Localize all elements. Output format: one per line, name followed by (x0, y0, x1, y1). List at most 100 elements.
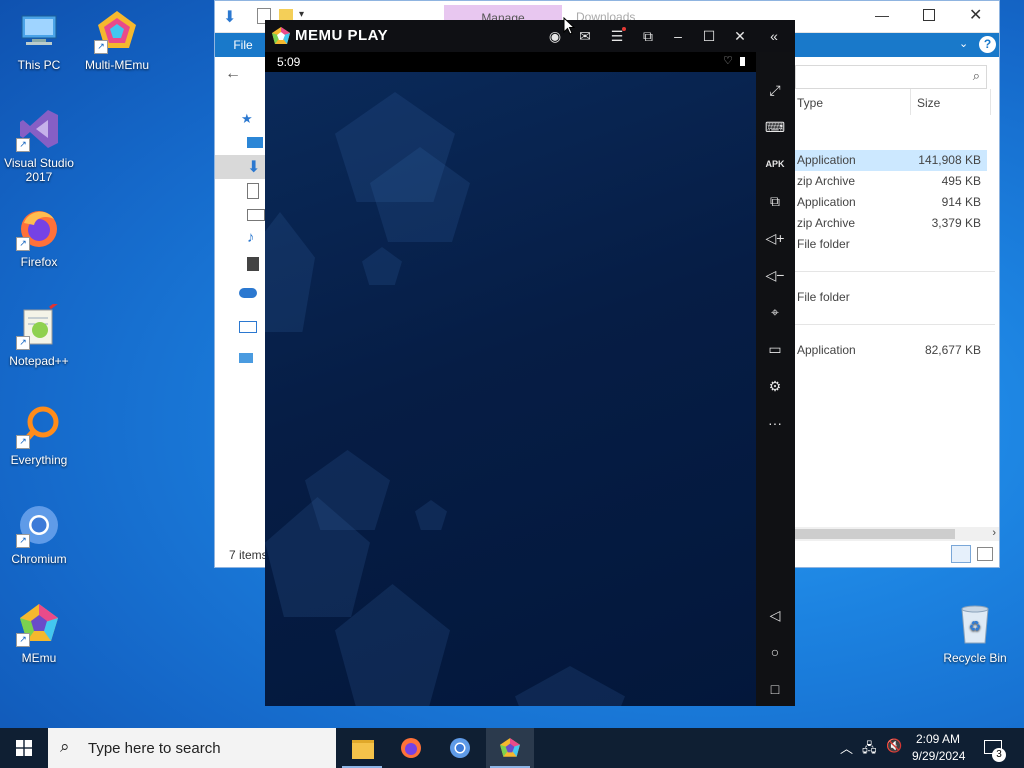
multi-memu-icon: ↗ (94, 8, 140, 54)
memu-logo-icon (272, 27, 290, 44)
taskbar-memu[interactable] (486, 728, 534, 768)
file-row[interactable]: Application 141,908 KB (795, 150, 987, 171)
apk-install-icon[interactable]: APK (764, 153, 786, 175)
maximize-icon[interactable]: ☐ (698, 26, 720, 46)
shortcut-arrow-icon: ↗ (16, 138, 30, 152)
more-options-icon[interactable]: ··· (764, 412, 786, 434)
multi-instance-icon[interactable]: ⧉ (764, 190, 786, 212)
file-explorer-icon (352, 740, 374, 759)
desktop-icon-label: MEmu (21, 651, 57, 665)
this-pc-icon[interactable] (239, 321, 257, 333)
videos-icon[interactable] (247, 257, 259, 271)
desktop-icon-chromium[interactable]: ↗ Chromium (0, 502, 78, 566)
firefox-icon (401, 738, 421, 758)
volume-up-icon[interactable]: ◁+ (764, 227, 786, 249)
help-icon[interactable]: ? (979, 36, 996, 53)
memu-titlebar: MEMU PLAY ◉ ✉ ☰ ⧉ – ☐ ✕ « (265, 20, 795, 52)
wallpaper-shape (415, 500, 447, 530)
system-tray: ︿ 🖧 🔇 2:09 AM 9/29/2024 3 (836, 728, 1024, 768)
keyboard-icon[interactable]: ⌨ (764, 116, 786, 138)
file-size: 3,379 KB (931, 216, 981, 230)
location-icon[interactable]: ⌖ (764, 301, 786, 323)
desktop-icon-notepad-plus[interactable]: ↗ Notepad++ (0, 300, 78, 368)
music-icon[interactable]: ♪ (247, 229, 263, 246)
desktop-icon-label: Firefox (20, 255, 58, 269)
file-type: zip Archive (797, 174, 856, 188)
file-row[interactable]: File folder (795, 234, 987, 255)
signal-icon: ♡ (723, 55, 733, 67)
settings-gear-icon[interactable]: ⚙ (764, 375, 786, 397)
horizontal-scrollbar[interactable]: › (795, 527, 999, 541)
folder-icon[interactable] (279, 9, 293, 20)
search-icon: ⌕ (60, 737, 70, 756)
memu-brand: MEMU PLAY (295, 27, 389, 44)
desktop-icon-firefox[interactable]: ↗ Firefox (0, 205, 78, 269)
file-row[interactable]: Application 82,677 KB (795, 340, 987, 361)
column-header-size[interactable]: Size (917, 96, 940, 110)
desktop-icon-multi-memu[interactable]: ↗ Multi-MEmu (78, 8, 156, 72)
close-button[interactable]: ✕ (969, 5, 982, 25)
show-hidden-icons-icon[interactable]: ︿ (840, 738, 853, 757)
downloads-icon[interactable]: ⬇ (247, 157, 263, 176)
everything-search-icon: ↗ (16, 403, 62, 449)
volume-muted-icon[interactable]: 🔇 (886, 738, 902, 754)
restore-size-icon[interactable]: ⧉ (637, 26, 659, 46)
search-box[interactable]: ⌕ (795, 65, 987, 89)
file-size: 914 KB (941, 195, 981, 209)
volume-down-icon[interactable]: ◁− (764, 264, 786, 286)
clock-time[interactable]: 2:09 AM (916, 732, 960, 746)
desktop-icon-this-pc[interactable]: This PC (0, 8, 78, 72)
taskbar-chromium[interactable] (436, 728, 484, 768)
desktop-icon-visual-studio[interactable]: ↗ Visual Studio 2017 (0, 106, 78, 184)
android-home-icon[interactable]: ○ (764, 641, 786, 663)
android-home-screen[interactable] (265, 72, 756, 706)
details-view-icon[interactable] (951, 545, 971, 563)
visual-studio-icon: ↗ (16, 106, 62, 152)
pictures-icon[interactable] (247, 209, 265, 221)
notification-count-badge: 3 (992, 748, 1006, 762)
clock-date[interactable]: 9/29/2024 (912, 749, 965, 763)
desktop-icon-memu[interactable]: ↗ MEmu (0, 601, 78, 665)
shortcut-arrow-icon: ↗ (94, 40, 108, 54)
shared-folder-icon[interactable]: ▭ (764, 338, 786, 360)
file-row[interactable]: Application 914 KB (795, 192, 987, 213)
file-tab[interactable]: File (215, 33, 271, 57)
desktop-folder-icon[interactable] (247, 137, 263, 148)
fullscreen-icon[interactable]: ⤢ (764, 79, 786, 101)
taskbar-search-box[interactable]: ⌕ Type here to search (48, 728, 336, 768)
group-divider (795, 324, 995, 325)
computer-icon (16, 8, 62, 54)
taskbar-file-explorer[interactable] (338, 728, 386, 768)
file-row[interactable]: zip Archive 3,379 KB (795, 213, 987, 234)
file-row[interactable]: zip Archive 495 KB (795, 171, 987, 192)
file-row[interactable]: File folder (795, 287, 987, 308)
android-recents-icon[interactable]: □ (764, 678, 786, 700)
minimize-icon[interactable]: – (667, 26, 689, 46)
close-icon[interactable]: ✕ (729, 26, 751, 46)
minimize-button[interactable]: — (875, 7, 889, 23)
start-button[interactable] (0, 728, 48, 768)
scroll-right-icon[interactable]: › (992, 527, 996, 539)
taskbar-firefox[interactable] (387, 728, 435, 768)
quick-access-star-icon[interactable]: ★ (241, 111, 257, 126)
documents-icon[interactable] (247, 183, 259, 199)
scrollbar-thumb[interactable] (795, 529, 955, 539)
mail-icon[interactable]: ✉ (574, 26, 596, 46)
network-status-icon[interactable]: 🖧 (862, 739, 877, 761)
column-divider (910, 89, 911, 115)
large-icons-view-icon[interactable] (977, 547, 993, 561)
network-icon[interactable] (239, 353, 253, 363)
onedrive-icon[interactable] (239, 288, 257, 298)
desktop-icon-everything[interactable]: ↗ Everything (0, 403, 78, 467)
back-arrow-icon[interactable]: ← (225, 65, 241, 83)
maximize-button[interactable] (923, 9, 935, 21)
desktop-icon-recycle-bin[interactable]: ♻ Recycle Bin (936, 601, 1014, 665)
column-header-type[interactable]: Type (797, 96, 823, 110)
battery-icon (740, 57, 745, 66)
qat-dropdown-icon[interactable]: ▾ (299, 9, 304, 20)
chromium-icon: ↗ (16, 502, 62, 548)
ribbon-expand-icon[interactable]: ⌄ (959, 37, 968, 50)
android-back-icon[interactable]: ◁ (764, 604, 786, 626)
file-type: File folder (797, 290, 850, 304)
collapse-sidebar-icon[interactable]: « (763, 26, 785, 46)
